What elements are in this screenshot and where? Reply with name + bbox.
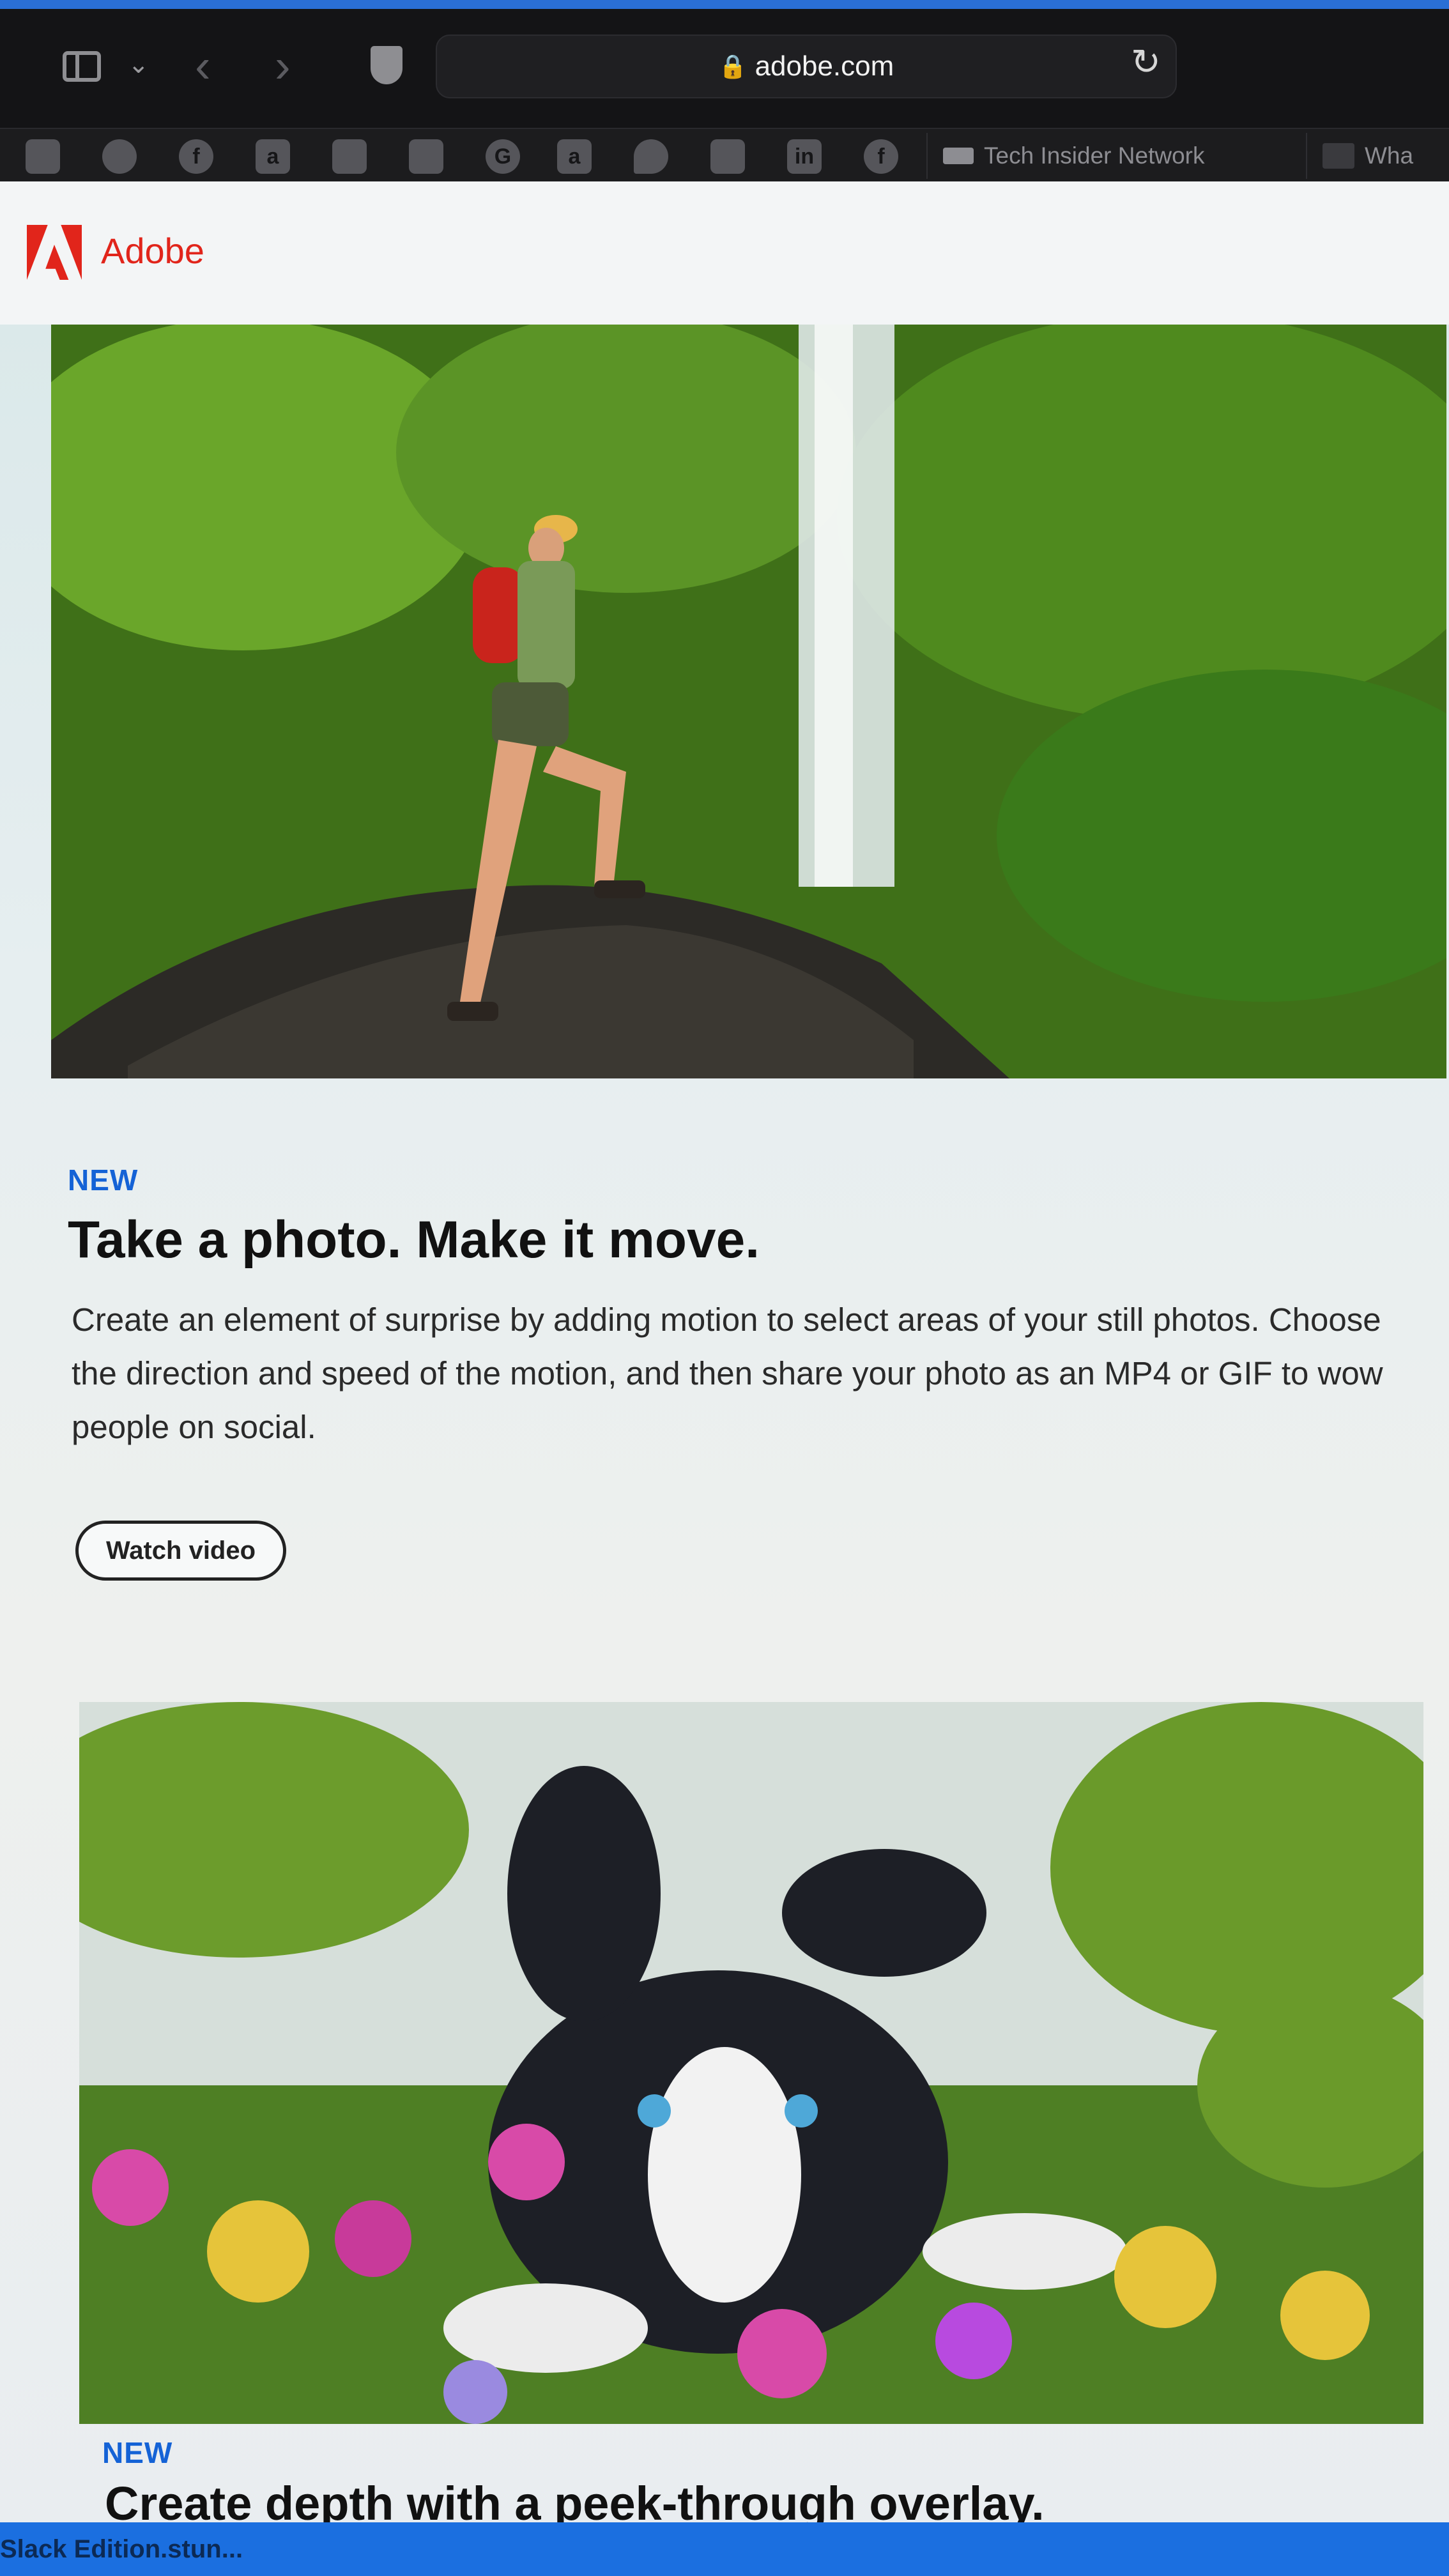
facebook-icon[interactable]: f [179, 139, 213, 174]
favorite-site-icon[interactable] [710, 139, 745, 174]
google-icon[interactable]: G [486, 139, 520, 174]
favorites-tab[interactable]: Wha [1306, 133, 1449, 179]
address-bar[interactable]: 🔒 adobe.com [436, 34, 1177, 98]
adobe-wordmark[interactable]: Adobe [101, 230, 204, 272]
favorite-label: f [877, 144, 885, 169]
reload-icon[interactable]: ↻ [1131, 41, 1161, 83]
taskbar-text: Slack Edition.stun... [0, 2535, 243, 2563]
address-text: adobe.com [755, 50, 894, 82]
hero-image-hiker-waterfall [51, 325, 1446, 1078]
favorite-site-icon[interactable] [102, 139, 137, 174]
feature-new-label: NEW [68, 1163, 139, 1197]
amazon-icon[interactable]: a [256, 139, 290, 174]
favorite-label: in [794, 144, 815, 169]
favorite-site-icon[interactable] [409, 139, 443, 174]
site-header [0, 181, 1449, 325]
favorite-site-icon[interactable] [26, 139, 60, 174]
chevron-down-icon[interactable]: ⌄ [128, 50, 150, 79]
privacy-shield-icon[interactable] [371, 46, 402, 84]
lock-icon: 🔒 [718, 53, 747, 79]
window-edge [0, 0, 1449, 9]
forward-arrow-icon[interactable]: › [275, 38, 291, 93]
sidebar-toggle-icon[interactable] [63, 51, 101, 82]
dog-illustration [79, 1702, 1423, 2424]
feature-new-label: NEW [102, 2436, 173, 2469]
favorites-tab-label: Wha [1365, 142, 1414, 169]
favorite-site-icon[interactable] [332, 139, 367, 174]
feature-description: Create an element of surprise by adding … [72, 1301, 1383, 1445]
feature-image-dog-flowers [79, 1702, 1423, 2424]
tab-icon [943, 148, 974, 164]
feature-title: Take a photo. Make it move. [68, 1211, 760, 1269]
favorites-tab-label: Tech Insider Network [984, 142, 1205, 169]
favorite-label: a [266, 144, 279, 169]
os-taskbar: Slack Edition.stun... [0, 2522, 1449, 2576]
back-arrow-icon[interactable]: ‹ [195, 38, 211, 93]
hero-illustration [51, 325, 1446, 1078]
favorites-tab[interactable]: Tech Insider Network [926, 133, 1303, 179]
facebook-icon[interactable]: f [864, 139, 898, 174]
adobe-logo-icon[interactable] [27, 225, 82, 280]
location-pin-icon[interactable] [634, 139, 668, 174]
tab-icon [1322, 143, 1354, 169]
watch-video-button[interactable]: Watch video [75, 1521, 286, 1581]
favorite-label: a [568, 144, 581, 169]
amazon-icon[interactable]: a [557, 139, 592, 174]
linkedin-icon[interactable]: in [787, 139, 822, 174]
favorites-bar: f a G a in f Tech Insider Network Wha [0, 128, 1449, 183]
